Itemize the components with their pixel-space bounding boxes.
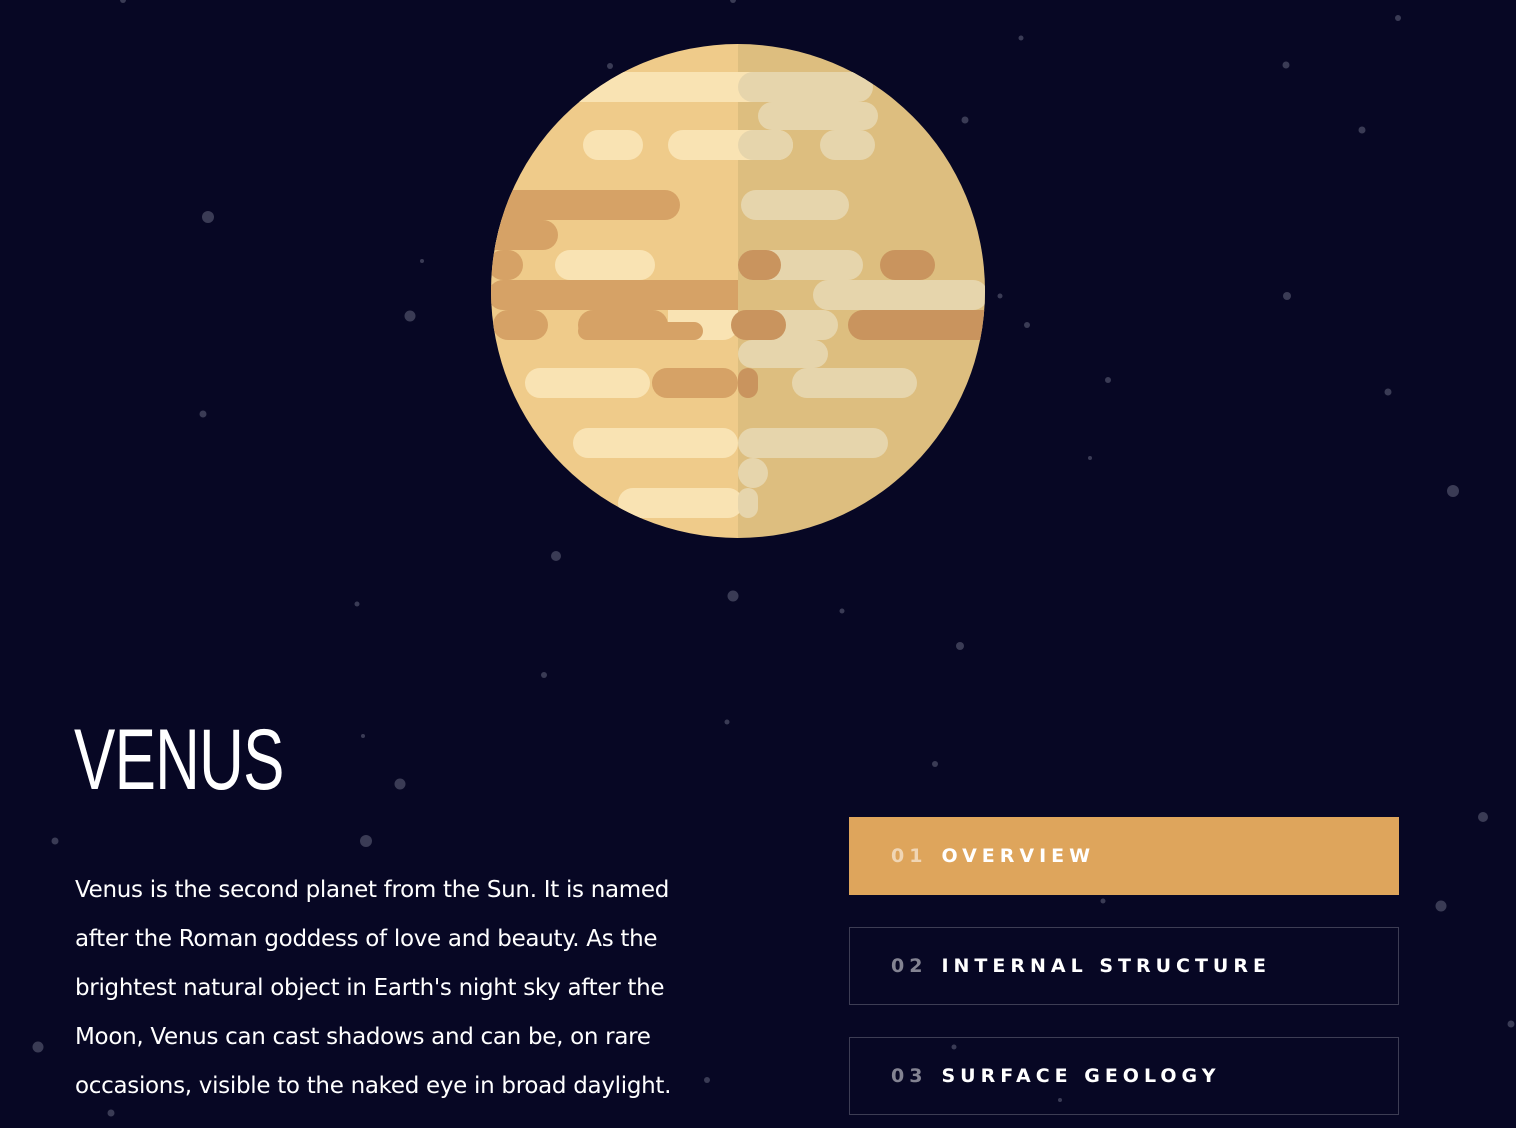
tab-surface-geology[interactable]: 03 SURFACE GEOLOGY	[849, 1037, 1399, 1115]
tab-label: INTERNAL STRUCTURE	[941, 955, 1271, 977]
venus-planet-svg	[491, 44, 985, 538]
tab-label: OVERVIEW	[941, 845, 1096, 867]
tab-number: 02	[891, 955, 928, 977]
tab-overview[interactable]: 01 OVERVIEW	[849, 817, 1399, 895]
tab-number: 01	[891, 845, 928, 867]
page: VENUS Venus is the second planet from th…	[0, 0, 1516, 1128]
venus-planet-icon	[488, 42, 988, 542]
tab-label: SURFACE GEOLOGY	[941, 1065, 1221, 1087]
planet-tabs: 01 OVERVIEW 02 INTERNAL STRUCTURE 03 SUR…	[849, 817, 1399, 1128]
planet-title: VENUS	[74, 712, 284, 808]
tab-internal-structure[interactable]: 02 INTERNAL STRUCTURE	[849, 927, 1399, 1005]
tab-number: 03	[891, 1065, 928, 1087]
planet-description: Venus is the second planet from the Sun.…	[75, 877, 672, 1099]
